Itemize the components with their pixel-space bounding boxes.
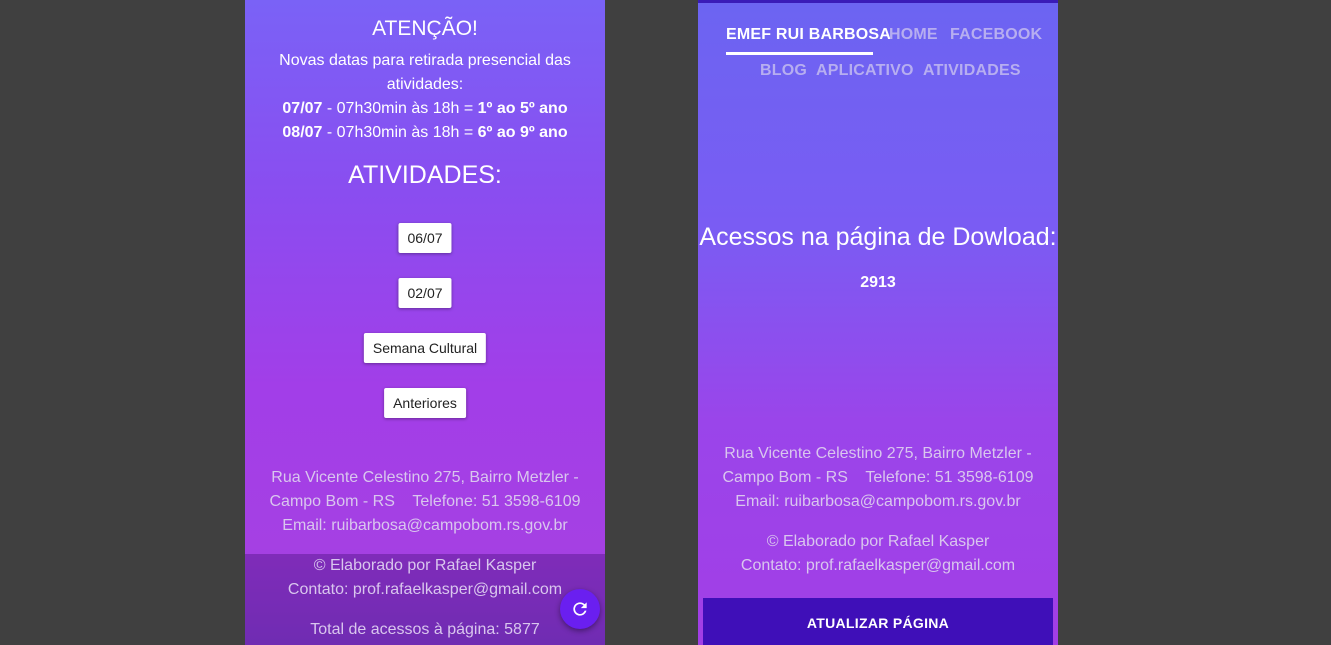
semana-cultural-button[interactable]: Semana Cultural: [363, 333, 487, 363]
schedule-time: - 07h30min às 18h =: [322, 124, 478, 141]
email-line: Email: ruibarbosa@campobom.rs.gov.br: [282, 517, 568, 534]
address-line-2: Campo Bom - RS Telefone: 51 3598-6109: [269, 493, 581, 510]
nav-home[interactable]: HOME: [889, 26, 938, 44]
right-phone-screen: EMEF RUI BARBOSA HOME FACEBOOK BLOG APLI…: [698, 0, 1058, 645]
schedule-line-2: 08/07 - 07h30min às 18h = 6º ao 9º ano: [245, 121, 605, 145]
schedule-time: - 07h30min às 18h =: [322, 100, 478, 117]
download-access-heading: Acessos na página de Dowload:: [699, 223, 1057, 251]
address-line-1: Rua Vicente Celestino 275, Bairro Metzle…: [271, 469, 579, 486]
activity-button-0607[interactable]: 06/07: [398, 223, 452, 253]
address-line-1: Rua Vicente Celestino 275, Bairro Metzle…: [724, 445, 1032, 462]
total-access-counter: Total de acessos à página: 5877: [310, 621, 540, 638]
update-page-button[interactable]: ATUALIZAR PÁGINA: [703, 598, 1053, 645]
left-phone-screen: ATENÇÃO! Novas datas para retirada prese…: [245, 0, 605, 645]
address-line-2: Campo Bom - RS Telefone: 51 3598-6109: [722, 469, 1034, 486]
credit-line: © Elaborado por Rafael Kasper: [313, 557, 537, 574]
contact-line: Contato: prof.rafaelkasper@gmail.com: [740, 557, 1016, 574]
notice-line-1: Novas datas para retirada presencial das: [279, 52, 571, 69]
schedule-grades: 1º ao 5º ano: [477, 100, 568, 117]
refresh-icon: [573, 602, 587, 616]
attention-title: ATENÇÃO!: [372, 17, 478, 40]
activities-heading: ATIVIDADES:: [348, 161, 502, 189]
email-line: Email: ruibarbosa@campobom.rs.gov.br: [735, 493, 1021, 510]
nav-facebook[interactable]: FACEBOOK: [950, 26, 1042, 44]
nav-blog[interactable]: BLOG: [760, 62, 807, 80]
nav-brand[interactable]: EMEF RUI BARBOSA: [726, 26, 891, 44]
nav-active-indicator: [726, 52, 873, 55]
notice-line-2: atividades:: [386, 76, 464, 93]
nav-atividades[interactable]: ATIVIDADES: [923, 62, 1021, 80]
download-access-count: 2913: [860, 274, 896, 291]
schedule-date: 08/07: [282, 124, 323, 141]
nav-aplicativo[interactable]: APLICATIVO: [816, 62, 914, 80]
activity-button-0207[interactable]: 02/07: [398, 278, 452, 308]
contact-line: Contato: prof.rafaelkasper@gmail.com: [287, 581, 563, 598]
schedule-grades: 6º ao 9º ano: [477, 124, 568, 141]
schedule-line-1: 07/07 - 07h30min às 18h = 1º ao 5º ano: [245, 97, 605, 121]
credit-line: © Elaborado por Rafael Kasper: [766, 533, 990, 550]
anteriores-button[interactable]: Anteriores: [384, 388, 466, 418]
refresh-button[interactable]: [560, 589, 600, 629]
schedule-date: 07/07: [282, 100, 323, 117]
